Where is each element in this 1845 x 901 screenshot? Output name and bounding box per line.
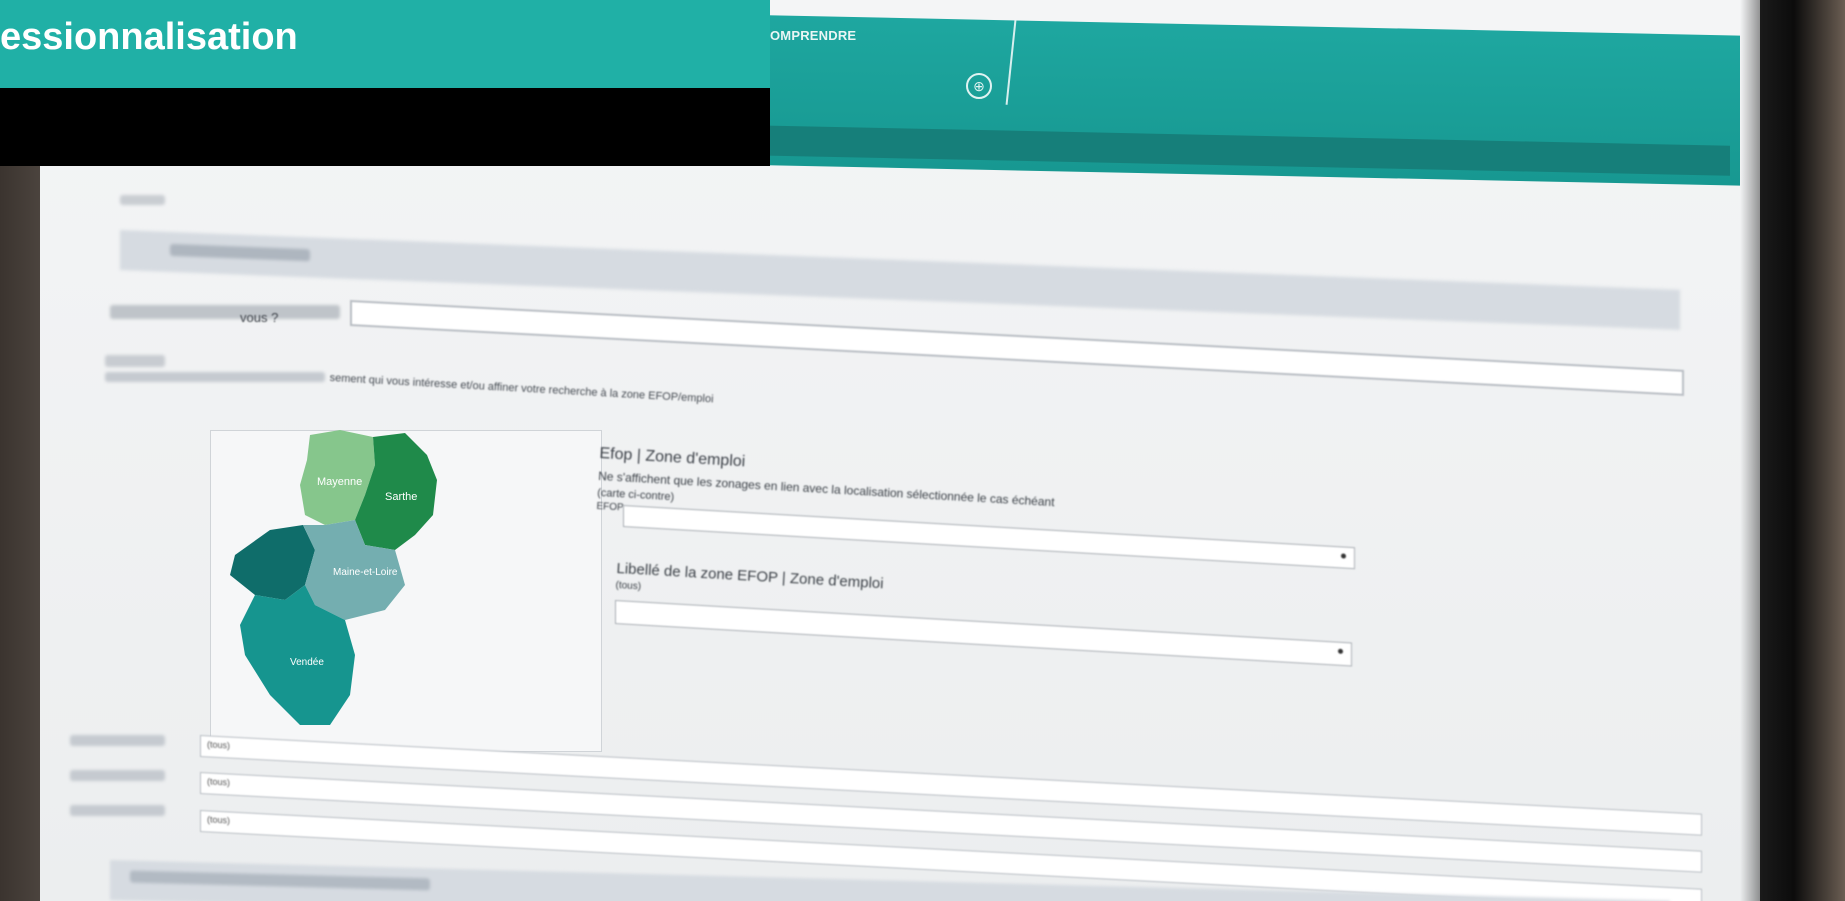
- row-label: [70, 805, 165, 816]
- black-banner: [0, 88, 770, 166]
- libelle-select[interactable]: [615, 600, 1352, 667]
- map-label-maine-et-loire: Maine-et-Loire: [333, 567, 398, 578]
- monitor-bezel: [1760, 0, 1845, 901]
- map-label-vendee: Vendée: [290, 657, 324, 668]
- filter-value: (tous): [207, 739, 231, 751]
- row-label: [70, 735, 165, 746]
- filter-value: (tous): [207, 814, 231, 826]
- map-label-mayenne: Mayenne: [317, 476, 362, 488]
- dropdown-icon: [1341, 553, 1346, 559]
- region-map[interactable]: Mayenne Sarthe Maine-et-Loire Vendée: [215, 425, 485, 745]
- question-label-blurred: [110, 305, 340, 319]
- title-banner: essionnalisation: [0, 0, 770, 88]
- dropdown-icon: [1338, 648, 1343, 654]
- question-label: vous ?: [240, 310, 279, 325]
- plus-circle-icon[interactable]: ⊕: [966, 73, 992, 99]
- map-label-sarthe: Sarthe: [385, 491, 417, 503]
- tab-comprendre[interactable]: OMPRENDRE: [770, 28, 856, 43]
- page-title: essionnalisation: [0, 16, 298, 58]
- section-header-label: [170, 243, 310, 262]
- libelle-field: Libellé de la zone EFOP | Zone d'emploi …: [615, 560, 884, 606]
- breadcrumb: [120, 195, 165, 205]
- location-label: [105, 355, 165, 367]
- location-hint: [105, 372, 325, 382]
- row-label: [70, 770, 165, 781]
- filter-value: (tous): [207, 776, 231, 788]
- location-text: sement qui vous intéresse et/ou affiner …: [329, 372, 714, 406]
- bottom-section-label: [130, 870, 430, 891]
